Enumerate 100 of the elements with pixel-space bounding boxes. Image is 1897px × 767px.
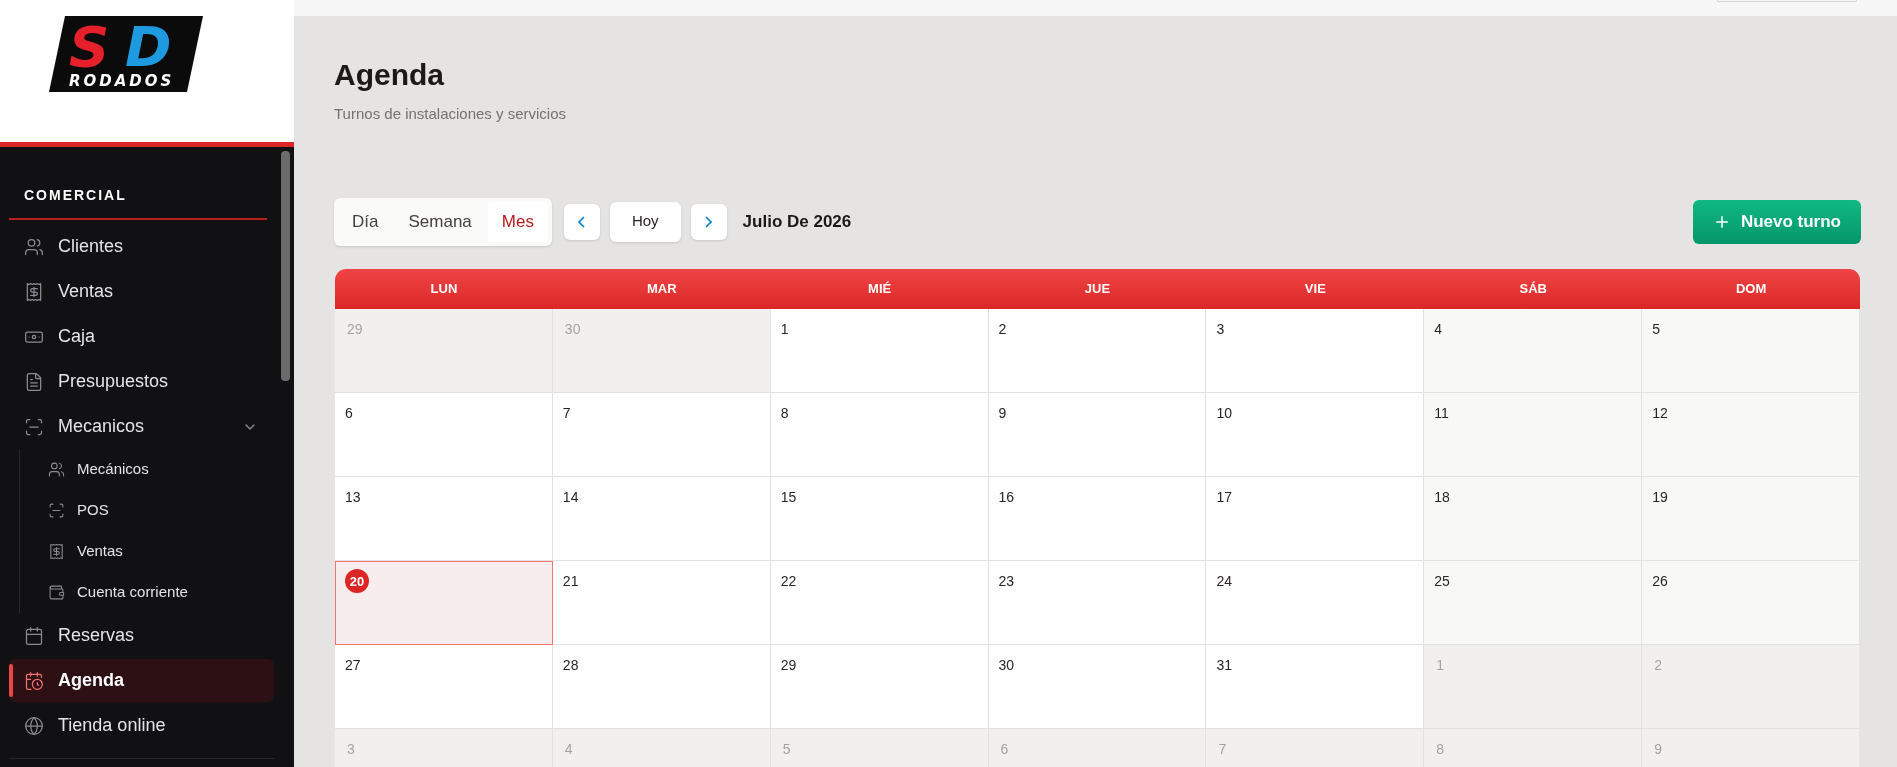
day-number: 23 (998, 572, 1015, 589)
day-cell[interactable]: 23 (988, 560, 1207, 645)
sidebar-label: Reservas (58, 624, 135, 647)
sidebar-label: Ventas (58, 280, 114, 303)
sidebar-item[interactable]: Presupuestos (9, 360, 274, 403)
view-tab[interactable]: Semana (394, 201, 486, 242)
day-cell[interactable]: 8 (770, 392, 989, 477)
day-number: 28 (562, 656, 579, 673)
day-cell[interactable]: 2 (988, 308, 1207, 393)
day-number: 2 (998, 320, 1007, 337)
day-cell[interactable]: 1 (770, 308, 989, 393)
day-number: 25 (1434, 572, 1450, 589)
day-cell[interactable]: 13 (335, 476, 553, 561)
scan-icon (48, 502, 65, 519)
day-number: 29 (346, 320, 363, 337)
sidebar-item[interactable]: Ventas (9, 270, 274, 313)
day-cell[interactable]: 26 (1642, 560, 1860, 645)
day-cell[interactable]: 21 (552, 560, 771, 645)
sidebar-subitem[interactable]: POS (20, 490, 274, 531)
calendar-icon (24, 625, 44, 646)
day-number: 15 (780, 488, 797, 505)
day-number: 5 (781, 740, 791, 757)
day-cell[interactable]: 10 (1206, 392, 1425, 477)
day-number: 4 (563, 740, 573, 757)
sidebar-label: Mecanicos (58, 415, 145, 438)
sidebar-subitem[interactable]: Ventas (20, 531, 274, 572)
day-number: 14 (562, 488, 579, 505)
view-tab[interactable]: Mes (487, 201, 548, 242)
day-cell[interactable]: 22 (770, 560, 989, 645)
day-number: 22 (780, 572, 797, 589)
day-cell[interactable]: 4 (1424, 308, 1643, 393)
sidebar-item[interactable]: Mecanicos (9, 405, 274, 448)
sidebar-item[interactable]: Clientes (9, 225, 274, 268)
day-cell[interactable]: 28 (552, 644, 771, 729)
next-button[interactable] (690, 203, 727, 240)
scrollbar[interactable] (281, 151, 290, 381)
sidebar-item[interactable]: Tienda online (9, 704, 274, 747)
weekday-header: SÁB (1518, 279, 1548, 298)
day-cell[interactable]: 9 (988, 392, 1207, 477)
day-cell[interactable]: 20 (335, 560, 553, 645)
day-cell[interactable]: 30 (988, 644, 1207, 729)
day-cell[interactable]: 7 (552, 392, 771, 477)
sidebar-subitem[interactable]: Mecánicos (20, 449, 274, 490)
day-number: 1 (1435, 656, 1445, 673)
day-number: 17 (1216, 488, 1232, 505)
today-button[interactable]: Hoy (609, 201, 681, 242)
users-icon (48, 461, 65, 478)
day-cell[interactable]: 19 (1642, 476, 1860, 561)
scan-icon (24, 416, 44, 437)
day-cell[interactable]: 24 (1206, 560, 1425, 645)
day-cell[interactable]: 5 (1642, 308, 1860, 393)
day-number: 8 (1435, 740, 1445, 757)
day-cell[interactable]: 14 (552, 476, 771, 561)
day-cell[interactable]: 11 (1424, 392, 1643, 477)
sidebar-label: POS (77, 500, 109, 521)
day-number: 6 (999, 740, 1009, 757)
users-icon (24, 236, 44, 257)
day-cell[interactable]: 18 (1424, 476, 1643, 561)
today-badge: 20 (345, 569, 369, 594)
day-cell[interactable]: 29 (770, 644, 989, 729)
day-cell[interactable]: 15 (770, 476, 989, 561)
sidebar-subitem[interactable]: Cuenta corriente (20, 572, 274, 613)
day-cell[interactable]: 27 (335, 644, 553, 729)
sidebar-label: Tienda online (58, 714, 166, 737)
sidebar-label: Ventas (77, 541, 123, 562)
day-number: 9 (998, 404, 1007, 421)
day-cell[interactable]: 25 (1424, 560, 1643, 645)
day-number: 8 (780, 404, 789, 421)
weekday-header: LUN (429, 279, 459, 298)
chevron-right-icon (705, 215, 713, 228)
weekday-header: MAR (645, 279, 678, 298)
previous-button[interactable] (563, 203, 600, 240)
day-number: 6 (345, 404, 353, 421)
sidebar-item[interactable]: Caja (9, 315, 274, 358)
day-cell[interactable]: 31 (1206, 644, 1425, 729)
day-number: 18 (1434, 488, 1450, 505)
day-cell[interactable]: 16 (988, 476, 1207, 561)
day-cell[interactable]: 6 (335, 392, 553, 477)
day-number: 16 (998, 488, 1015, 505)
day-cell[interactable]: 17 (1206, 476, 1425, 561)
calendar-clock-icon (24, 670, 44, 691)
weekday-header: DOM (1734, 279, 1768, 298)
day-number: 21 (562, 572, 579, 589)
weekday-header: VIE (1303, 279, 1327, 298)
document-icon (24, 371, 44, 392)
receipt-icon (48, 543, 65, 560)
day-number: 19 (1652, 488, 1668, 505)
wallet-icon (48, 584, 65, 601)
day-number: 30 (563, 320, 581, 337)
day-cell[interactable]: 3 (1206, 308, 1425, 393)
day-number: 12 (1652, 404, 1668, 421)
day-cell[interactable]: 12 (1642, 392, 1860, 477)
period-label: Julio De 2026 (742, 210, 852, 233)
day-number: 3 (1216, 320, 1225, 337)
day-number: 5 (1652, 320, 1660, 337)
view-tab[interactable]: Día (338, 201, 393, 242)
sidebar-item[interactable]: Reservas (9, 614, 274, 657)
sidebar-label: Cuenta corriente (77, 582, 188, 603)
day-number: 3 (346, 740, 355, 757)
sidebar-item[interactable]: Agenda (9, 659, 274, 702)
